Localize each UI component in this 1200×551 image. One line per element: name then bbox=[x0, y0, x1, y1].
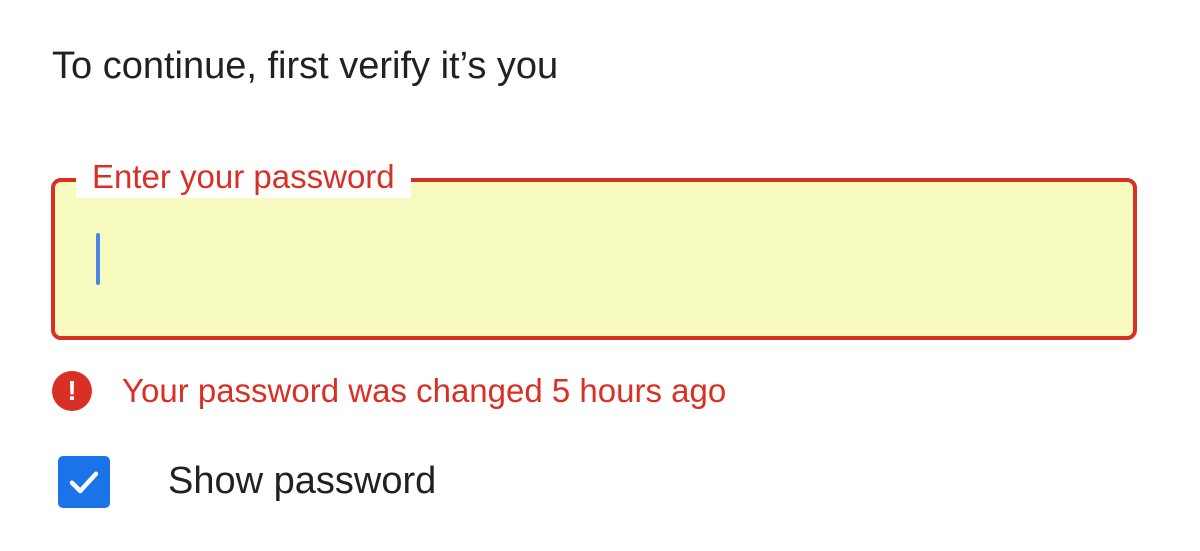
checkmark-icon bbox=[69, 471, 99, 494]
password-field-label: Enter your password bbox=[76, 156, 411, 198]
error-message-row: ! Your password was changed 5 hours ago bbox=[52, 371, 726, 411]
show-password-checkbox[interactable] bbox=[58, 456, 110, 508]
error-exclamation-icon: ! bbox=[52, 371, 92, 411]
text-caret bbox=[96, 233, 100, 285]
password-input[interactable] bbox=[93, 222, 1093, 282]
password-field[interactable] bbox=[51, 178, 1137, 340]
error-message: Your password was changed 5 hours ago bbox=[122, 372, 727, 409]
page-heading: To continue, first verify it’s you bbox=[52, 45, 559, 87]
show-password-label[interactable]: Show password bbox=[168, 458, 436, 504]
